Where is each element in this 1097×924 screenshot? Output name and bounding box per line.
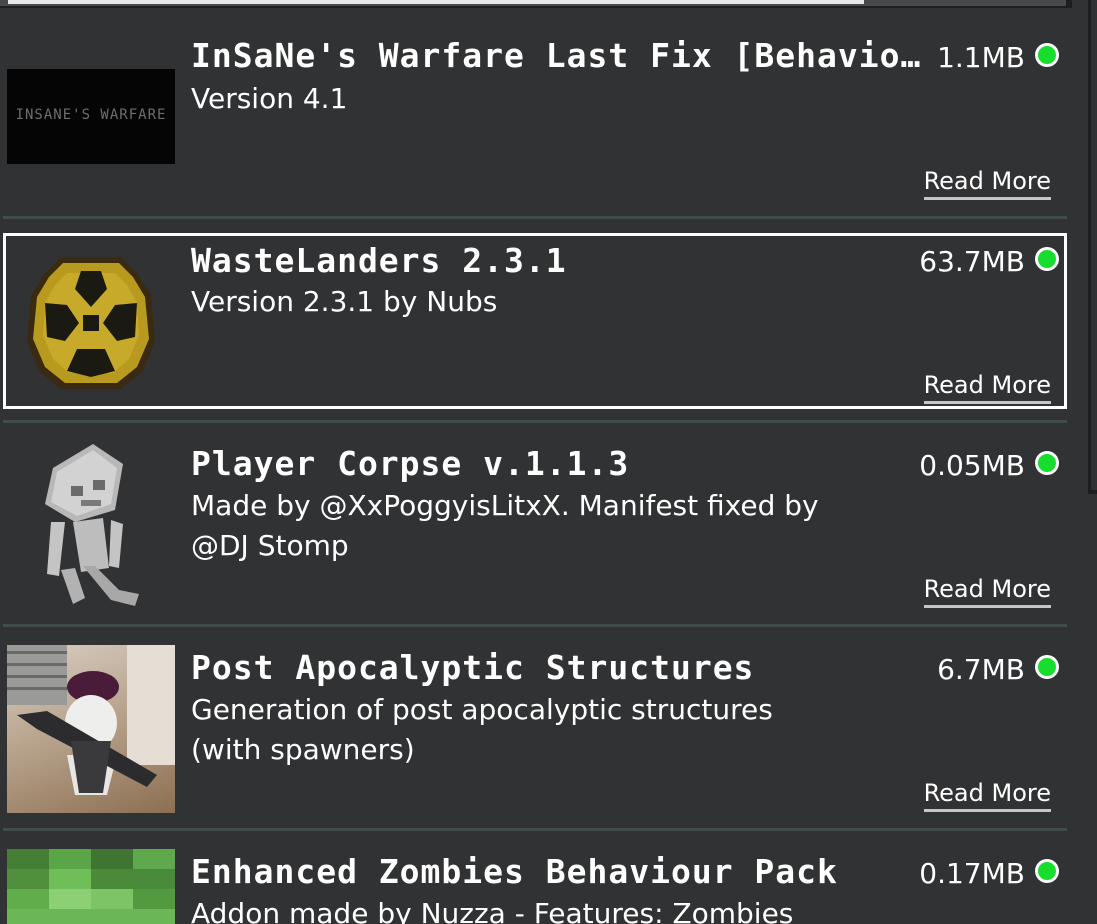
read-more-link[interactable]: Read More xyxy=(923,371,1051,404)
pack-row-enhanced-zombies[interactable]: Enhanced Zombies Behaviour Pack Addon ma… xyxy=(3,836,1067,924)
pack-thumbnail-image xyxy=(7,849,175,924)
row-separator xyxy=(3,828,1067,831)
pack-title: InSaNe's Warfare Last Fix [Behavio… xyxy=(191,36,922,75)
pack-size: 1.1MB xyxy=(937,41,1025,74)
read-more-link[interactable]: Read More xyxy=(923,167,1051,200)
status-green-icon xyxy=(1035,247,1059,271)
pack-size: 6.7MB xyxy=(937,653,1025,686)
row-separator xyxy=(3,624,1067,627)
pack-description: Addon made by Nuzza - Features: Zombies xyxy=(191,897,794,924)
pack-title: Post Apocalyptic Structures xyxy=(191,648,755,687)
pack-description: Made by @XxPoggyisLitxX. Manifest fixed … xyxy=(191,489,819,562)
status-green-icon xyxy=(1035,655,1059,679)
skeleton-icon xyxy=(31,438,161,610)
pack-description: Version 4.1 xyxy=(191,82,348,115)
pack-size: 0.17MB xyxy=(919,857,1025,890)
pack-thumbnail: INSANE'S WARFARE xyxy=(7,69,175,164)
radiation-sign-icon xyxy=(21,245,161,395)
pack-row-insanes-warfare[interactable]: INSANE'S WARFARE InSaNe's Warfare Last F… xyxy=(3,24,1067,206)
pack-thumbnail-image xyxy=(7,645,175,813)
status-green-icon xyxy=(1035,451,1059,475)
pack-title: Enhanced Zombies Behaviour Pack xyxy=(191,852,838,891)
pack-size: 0.05MB xyxy=(919,449,1025,482)
pack-title: WasteLanders 2.3.1 xyxy=(191,241,567,280)
pack-row-player-corpse[interactable]: Player Corpse v.1.1.3 Made by @XxPoggyis… xyxy=(3,428,1067,610)
pack-title: Player Corpse v.1.1.3 xyxy=(191,444,630,483)
pack-description: Version 2.3.1 by Nubs xyxy=(191,285,498,318)
status-green-icon xyxy=(1035,43,1059,67)
pack-size: 63.7MB xyxy=(919,245,1025,278)
read-more-link[interactable]: Read More xyxy=(923,575,1051,608)
pack-row-post-apocalyptic[interactable]: Post Apocalyptic Structures Generation o… xyxy=(3,632,1067,814)
row-separator xyxy=(3,420,1067,423)
pack-row-wastelanders[interactable]: WasteLanders 2.3.1 Version 2.3.1 by Nubs… xyxy=(3,233,1067,409)
row-separator xyxy=(3,216,1067,219)
vertical-scrollbar-thumb[interactable] xyxy=(1091,0,1097,490)
pack-thumbnail-text: INSANE'S WARFARE xyxy=(15,107,167,123)
pack-description: Generation of post apocalyptic structure… xyxy=(191,693,773,766)
status-green-icon xyxy=(1035,859,1059,883)
read-more-link[interactable]: Read More xyxy=(923,779,1051,812)
pack-list: INSANE'S WARFARE InSaNe's Warfare Last F… xyxy=(0,0,1070,924)
